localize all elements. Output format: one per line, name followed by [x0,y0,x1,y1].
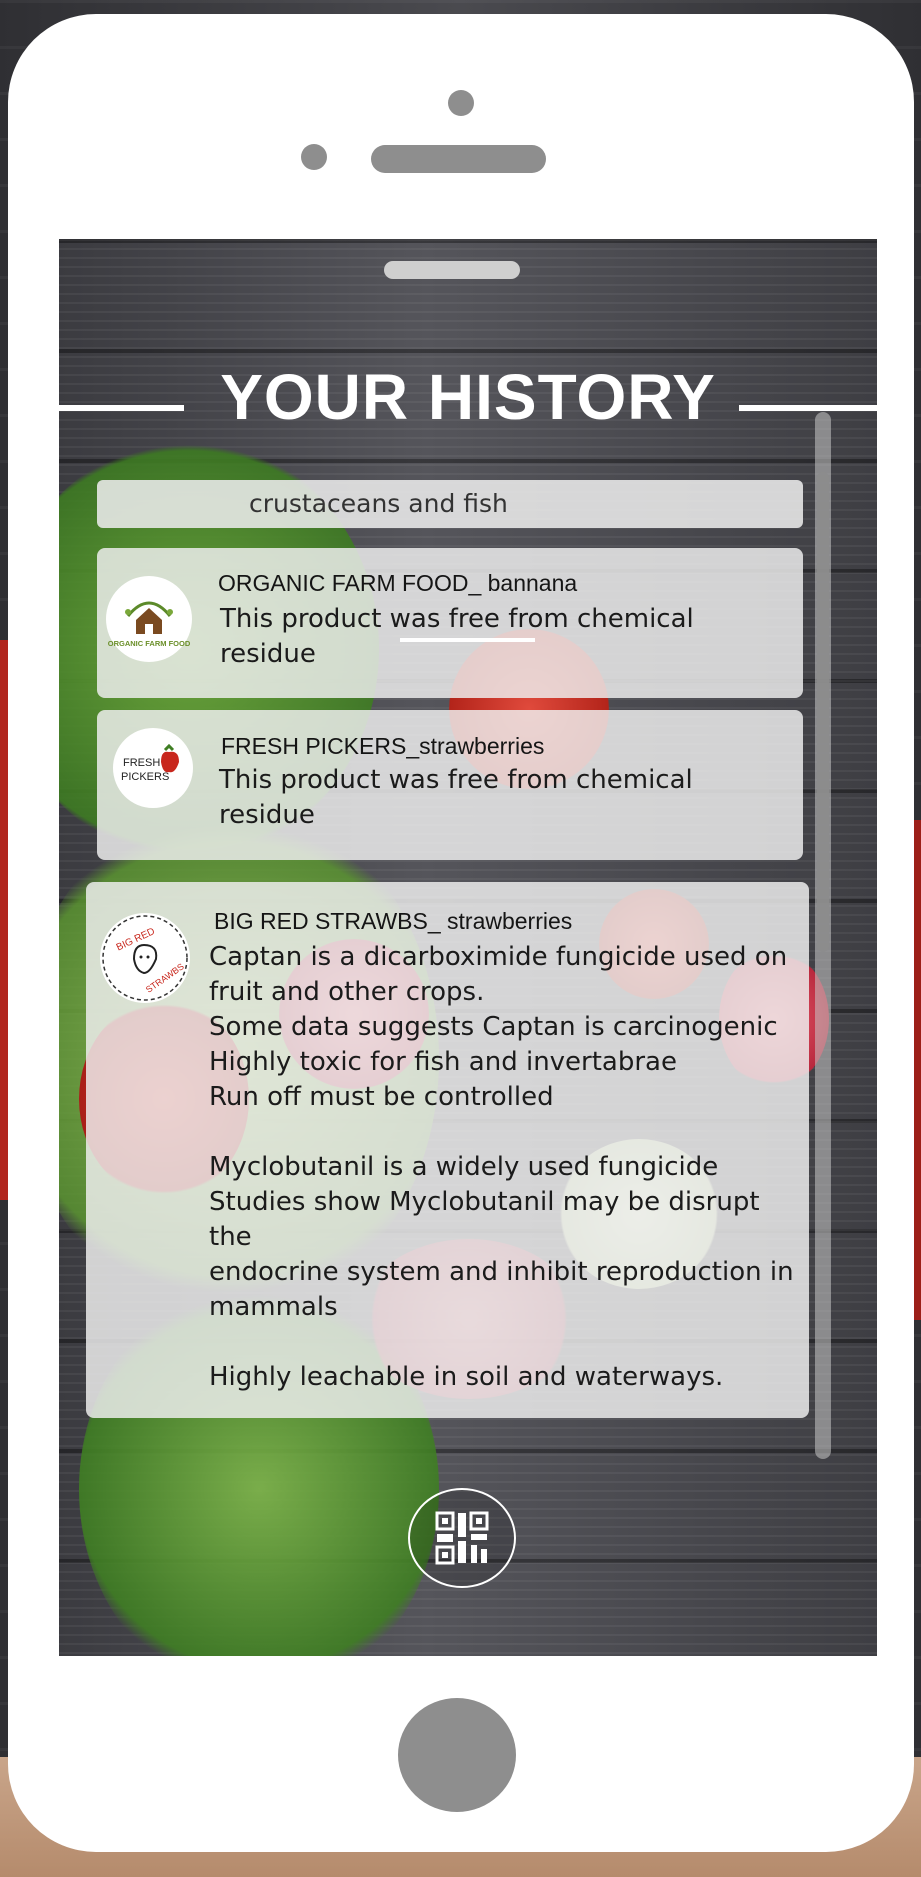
history-item[interactable]: ORGANIC FARM FOOD ORGANIC FARM FOOD_ ban… [97,548,803,698]
phone-frame: YOUR HISTORY crustaceans and fish ORGANI… [8,14,914,1852]
history-item-body: This product was free from chemical resi… [220,604,694,669]
organic-farm-food-logo: ORGANIC FARM FOOD [106,576,192,662]
svg-text:FRESH: FRESH [123,757,160,769]
big-red-strawbs-logo: BIG RED STRAWBS [100,913,190,1003]
history-item-body: This product was free from chemical resi… [219,765,693,830]
history-item-body: Captan is a dicarboximide fungicide used… [209,942,794,1392]
front-camera-icon [448,90,474,116]
phone-screen: YOUR HISTORY crustaceans and fish ORGANI… [59,239,877,1656]
fresh-pickers-logo: FRESH PICKERS [113,728,193,808]
history-item-expanded[interactable]: BIG RED STRAWBS BIG RED STRAWBS_ strawbe… [86,882,809,1418]
svg-text:PICKERS: PICKERS [121,771,169,783]
proximity-sensor-icon [301,144,327,170]
history-item-brand: ORGANIC FARM FOOD_ bannana [218,570,578,596]
page-title: YOUR HISTORY [220,361,716,433]
qr-code-icon [435,1511,489,1569]
scrollbar-thumb[interactable] [817,472,829,952]
home-button[interactable] [398,1698,516,1812]
qr-scan-button[interactable] [408,1488,516,1588]
history-item-brand: FRESH PICKERS_strawberries [221,733,545,759]
svg-text:STRAWBS: STRAWBS [144,961,186,995]
text-underline [400,638,535,642]
search-input[interactable]: crustaceans and fish [97,480,803,528]
history-item[interactable]: FRESH PICKERS FRESH PICKERS_strawberries… [97,710,803,860]
pull-handle[interactable] [384,261,520,279]
svg-text:ORGANIC FARM FOOD: ORGANIC FARM FOOD [108,639,191,648]
history-item-brand: BIG RED STRAWBS_ strawberries [214,908,573,934]
earpiece-speaker [371,145,546,173]
